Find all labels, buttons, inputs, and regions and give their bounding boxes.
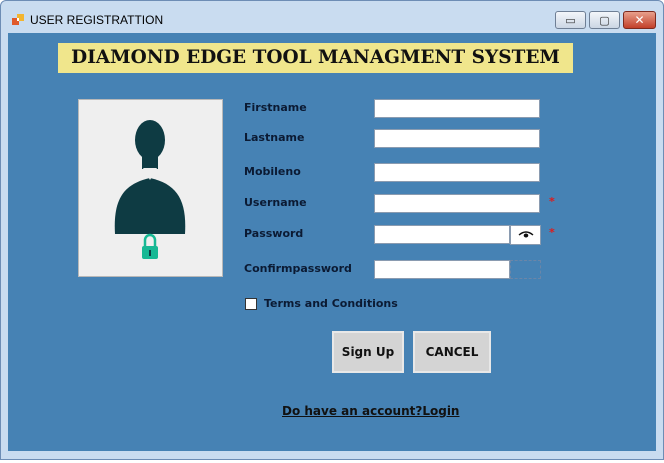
terms-checkbox[interactable] bbox=[245, 298, 257, 310]
show-password-button[interactable] bbox=[510, 225, 541, 245]
cancel-label: CANCEL bbox=[425, 345, 479, 359]
maximize-icon: ▢ bbox=[599, 13, 610, 27]
username-required-mark: * bbox=[549, 195, 555, 208]
password-input[interactable] bbox=[374, 225, 510, 244]
username-label: Username bbox=[244, 196, 307, 209]
password-required-mark: * bbox=[549, 226, 555, 239]
avatar bbox=[78, 99, 223, 277]
terms-label[interactable]: Terms and Conditions bbox=[264, 297, 398, 310]
confirmpassword-input[interactable] bbox=[374, 260, 510, 279]
window-title: USER REGISTRATTION bbox=[30, 13, 164, 27]
cancel-button[interactable]: CANCEL bbox=[413, 331, 491, 373]
page-title: DIAMOND EDGE TOOL MANAGMENT SYSTEM bbox=[71, 47, 560, 68]
login-link[interactable]: Do have an account?Login bbox=[282, 404, 459, 418]
title-bar[interactable]: USER REGISTRATTION ▭ ▢ ✕ bbox=[1, 1, 663, 33]
mobileno-input[interactable] bbox=[374, 163, 540, 182]
minimize-button[interactable]: ▭ bbox=[555, 11, 586, 29]
confirmpassword-label: Confirmpassword bbox=[244, 262, 352, 275]
lastname-input[interactable] bbox=[374, 129, 540, 148]
firstname-input[interactable] bbox=[374, 99, 540, 118]
eye-icon bbox=[518, 231, 533, 238]
sign-up-label: Sign Up bbox=[341, 345, 395, 359]
registration-window: USER REGISTRATTION ▭ ▢ ✕ DIAMOND EDGE TO… bbox=[0, 0, 664, 460]
sign-up-button[interactable]: Sign Up bbox=[332, 331, 404, 373]
minimize-icon: ▭ bbox=[565, 13, 576, 27]
heading-banner: DIAMOND EDGE TOOL MANAGMENT SYSTEM bbox=[58, 43, 573, 73]
maximize-button[interactable]: ▢ bbox=[589, 11, 620, 29]
password-label: Password bbox=[244, 227, 304, 240]
close-button[interactable]: ✕ bbox=[623, 11, 656, 29]
username-input[interactable] bbox=[374, 194, 540, 213]
close-icon: ✕ bbox=[634, 13, 645, 27]
form-panel: DIAMOND EDGE TOOL MANAGMENT SYSTEM First… bbox=[8, 33, 656, 451]
lastname-label: Lastname bbox=[244, 131, 305, 144]
mobileno-label: Mobileno bbox=[244, 165, 301, 178]
confirm-password-toggle-placeholder[interactable] bbox=[510, 260, 541, 279]
firstname-label: Firstname bbox=[244, 101, 307, 114]
app-icon bbox=[12, 14, 24, 25]
user-lock-icon bbox=[114, 120, 186, 259]
